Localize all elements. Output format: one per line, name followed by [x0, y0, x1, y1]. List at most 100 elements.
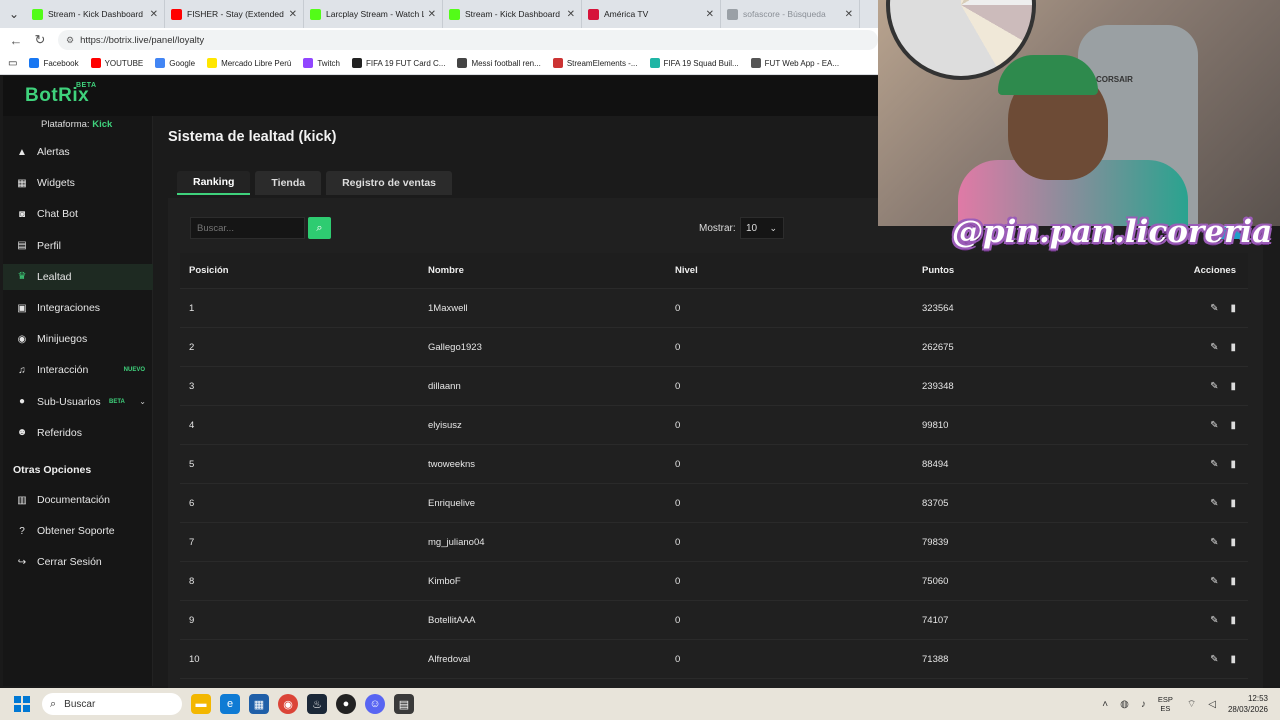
clock[interactable]: 12:53 28/03/2026: [1228, 693, 1268, 715]
calculator-icon[interactable]: ▤: [394, 694, 414, 714]
network-icon[interactable]: ◍: [1120, 699, 1129, 710]
delete-trash-icon[interactable]: ▮: [1230, 615, 1236, 626]
edge-icon[interactable]: e: [220, 694, 240, 714]
close-icon[interactable]: ✕: [428, 9, 436, 20]
discord-icon[interactable]: ☺: [365, 694, 385, 714]
url-field[interactable]: ⚙ https://botrix.live/panel/loyalty: [58, 30, 878, 50]
logout-icon: ↪: [17, 556, 27, 568]
edit-pencil-icon[interactable]: ✎: [1210, 498, 1218, 509]
bookmark-item[interactable]: Messi football ren...: [457, 58, 541, 68]
chevron-down-icon[interactable]: ⌄: [139, 397, 146, 406]
delete-trash-icon[interactable]: ▮: [1230, 459, 1236, 470]
edit-pencil-icon[interactable]: ✎: [1210, 654, 1218, 665]
browser-tab[interactable]: Stream - Kick Dashboard ✕: [443, 0, 582, 28]
taskbar-search[interactable]: ⌕ Buscar: [42, 693, 182, 715]
edit-pencil-icon[interactable]: ✎: [1210, 576, 1218, 587]
platform-indicator: Plataforma: Kick: [41, 119, 112, 130]
tab-tienda[interactable]: Tienda: [255, 171, 322, 195]
sidebar-item-label: Interacción: [37, 364, 89, 377]
edit-pencil-icon[interactable]: ✎: [1210, 615, 1218, 626]
site-info-icon[interactable]: ⚙: [66, 35, 74, 46]
sidebar-item-cerrar-sesi-n[interactable]: ↪ Cerrar Sesión: [3, 549, 153, 575]
chrome-icon[interactable]: ◉: [278, 694, 298, 714]
edit-pencil-icon[interactable]: ✎: [1210, 459, 1218, 470]
bookmark-item[interactable]: FIFA 19 Squad Buil...: [649, 58, 739, 68]
col-nombre[interactable]: Nombre: [428, 265, 675, 276]
apps-icon[interactable]: ▭: [8, 58, 17, 69]
edit-pencil-icon[interactable]: ✎: [1210, 537, 1218, 548]
delete-trash-icon[interactable]: ▮: [1230, 420, 1236, 431]
language-indicator[interactable]: ESP ES: [1158, 695, 1173, 713]
show-count-select[interactable]: 10 ⌄: [740, 217, 784, 239]
delete-trash-icon[interactable]: ▮: [1230, 342, 1236, 353]
sidebar-item-lealtad[interactable]: ♛ Lealtad: [3, 263, 153, 290]
file-explorer-icon[interactable]: ▬: [191, 694, 211, 714]
tab-ranking[interactable]: Ranking: [177, 171, 251, 195]
sidebar-item-minijuegos[interactable]: ◉ Minijuegos: [3, 326, 153, 352]
microphone-icon[interactable]: ♪: [1141, 699, 1146, 710]
obs-icon[interactable]: ●: [336, 694, 356, 714]
col-posicion[interactable]: Posición: [180, 265, 428, 276]
bookmark-item[interactable]: Google: [155, 58, 195, 68]
close-icon[interactable]: ✕: [845, 9, 853, 20]
delete-trash-icon[interactable]: ▮: [1230, 303, 1236, 314]
speaker-icon[interactable]: ◁: [1208, 699, 1216, 710]
sidebar-item-chat-bot[interactable]: ◙ Chat Bot: [3, 201, 153, 227]
cell-position: 6: [189, 497, 195, 509]
browser-tab[interactable]: América TV ✕: [582, 0, 721, 28]
sidebar-item-sub-usuarios[interactable]: ● Sub-Usuarios BETA ⌄: [3, 389, 153, 415]
browser-tab[interactable]: FISHER - Stay (Extended Mix) ✕: [165, 0, 304, 28]
browser-tab[interactable]: sofascore - Búsqueda ✕: [721, 0, 860, 28]
browser-tab[interactable]: Stream - Kick Dashboard ✕: [26, 0, 165, 28]
steam-icon[interactable]: ♨: [307, 694, 327, 714]
chevron-up-icon[interactable]: ˄: [1102, 699, 1108, 710]
cell-level: 0: [675, 536, 681, 548]
bookmark-item[interactable]: FUT Web App - EA...: [750, 58, 839, 68]
delete-trash-icon[interactable]: ▮: [1230, 576, 1236, 587]
bookmark-item[interactable]: Mercado Libre Perú: [207, 58, 291, 68]
bookmark-item[interactable]: Twitch: [303, 58, 340, 68]
music-icon: ♫: [18, 364, 26, 376]
back-arrow-icon[interactable]: ←: [4, 33, 28, 48]
close-icon[interactable]: ✕: [567, 9, 575, 20]
tab-list-chevron-icon[interactable]: ⌄: [2, 3, 26, 25]
bookmark-item[interactable]: YOUTUBE: [90, 58, 143, 68]
cell-points: 74107: [922, 614, 949, 626]
bookmark-item[interactable]: FIFA 19 FUT Card C...: [352, 58, 445, 68]
botrix-logo[interactable]: BotRix BETA: [25, 82, 96, 107]
reload-icon[interactable]: ↻: [28, 32, 52, 48]
edit-pencil-icon[interactable]: ✎: [1210, 342, 1218, 353]
sidebar-item-widgets[interactable]: ▦ Widgets: [3, 170, 153, 196]
sidebar-item-interacci-n[interactable]: ♫ Interacción NUEVO: [3, 357, 153, 383]
bookmark-icon: [90, 58, 101, 68]
delete-trash-icon[interactable]: ▮: [1230, 537, 1236, 548]
sidebar-item-referidos[interactable]: ☻ Referidos: [3, 420, 153, 446]
close-icon[interactable]: ✕: [289, 9, 297, 20]
search-button[interactable]: ⌕: [308, 217, 331, 239]
search-input[interactable]: [190, 217, 305, 239]
windows-start-icon[interactable]: [14, 696, 30, 712]
delete-trash-icon[interactable]: ▮: [1230, 381, 1236, 392]
browser-tab[interactable]: Larcplay Stream - Watch Live ✕: [304, 0, 443, 28]
col-puntos[interactable]: Puntos: [922, 265, 1162, 276]
store-icon[interactable]: ▦: [249, 694, 269, 714]
col-nivel[interactable]: Nivel: [675, 265, 922, 276]
delete-trash-icon[interactable]: ▮: [1230, 498, 1236, 509]
cell-actions: ✎ ▮: [1162, 381, 1248, 392]
edit-pencil-icon[interactable]: ✎: [1210, 303, 1218, 314]
bookmark-item[interactable]: Facebook: [29, 58, 79, 68]
sidebar-item-integraciones[interactable]: ▣ Integraciones: [3, 295, 153, 321]
sidebar-item-obtener-soporte[interactable]: ? Obtener Soporte: [3, 518, 153, 544]
close-icon[interactable]: ✕: [706, 9, 714, 20]
edit-pencil-icon[interactable]: ✎: [1210, 420, 1218, 431]
wifi-icon[interactable]: ⌔: [1187, 698, 1196, 711]
edit-pencil-icon[interactable]: ✎: [1210, 381, 1218, 392]
sidebar-item-alertas[interactable]: ▲ Alertas: [3, 139, 153, 165]
new-badge: NUEVO: [123, 367, 145, 374]
sidebar-item-documentaci-n[interactable]: ▥ Documentación: [3, 487, 153, 513]
close-icon[interactable]: ✕: [150, 9, 158, 20]
bookmark-item[interactable]: StreamElements -...: [552, 58, 638, 68]
delete-trash-icon[interactable]: ▮: [1230, 654, 1236, 665]
sidebar-item-perfil[interactable]: ▤ Perfil: [3, 233, 153, 259]
tab-registro-ventas[interactable]: Registro de ventas: [326, 171, 453, 195]
